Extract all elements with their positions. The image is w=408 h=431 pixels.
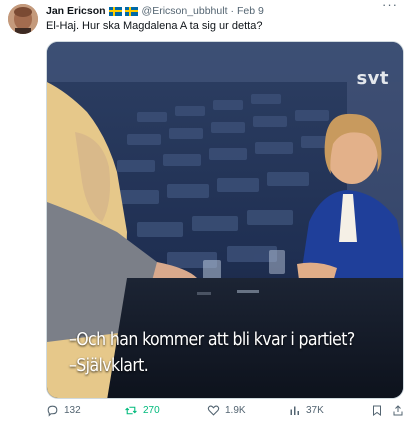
author-name[interactable]: Jan Ericson [46, 5, 106, 17]
tweet-media[interactable]: svt –Och han kommer att bli kvar i parti… [46, 41, 404, 399]
views-count: 37K [306, 405, 324, 416]
retweet-icon [125, 406, 137, 415]
svt-watermark: svt [356, 68, 389, 89]
more-options-icon[interactable]: ··· [382, 0, 398, 11]
reply-icon [47, 405, 58, 417]
avatar[interactable] [8, 4, 38, 34]
bookmark-button[interactable] [371, 404, 388, 417]
analytics-icon [290, 406, 299, 415]
tweet-date[interactable]: Feb 9 [237, 5, 264, 17]
tweet-header: Jan Ericson @Ericson_ubbhult · Feb 9 [46, 4, 264, 18]
share-icon [393, 405, 403, 416]
like-button[interactable]: 1.9K [207, 404, 246, 417]
reply-count: 132 [64, 405, 81, 416]
author-handle[interactable]: @Ericson_ubbhult [142, 5, 228, 17]
bookmark-icon [373, 405, 381, 416]
views-button[interactable]: 37K [289, 404, 324, 417]
separator-dot: · [230, 5, 235, 17]
sweden-flag-icon [124, 6, 138, 16]
share-button[interactable] [392, 404, 408, 417]
subtitle-line-1: –Och han kommer att bli kvar i partiet? [69, 330, 355, 350]
retweet-count: 270 [143, 405, 160, 416]
heart-icon [207, 405, 220, 416]
tweet-actions: 132 270 1.9K 37K [46, 404, 404, 422]
subtitle-line-2: –Självklart. [69, 356, 149, 376]
sweden-flag-icon [108, 6, 122, 16]
tweet[interactable]: Jan Ericson @Ericson_ubbhult · Feb 9 ···… [0, 0, 408, 431]
reply-button[interactable]: 132 [46, 404, 81, 417]
like-count: 1.9K [225, 405, 246, 416]
retweet-button[interactable]: 270 [124, 404, 160, 417]
tweet-text: El-Haj. Hur ska Magdalena A ta sig ur de… [46, 20, 263, 32]
